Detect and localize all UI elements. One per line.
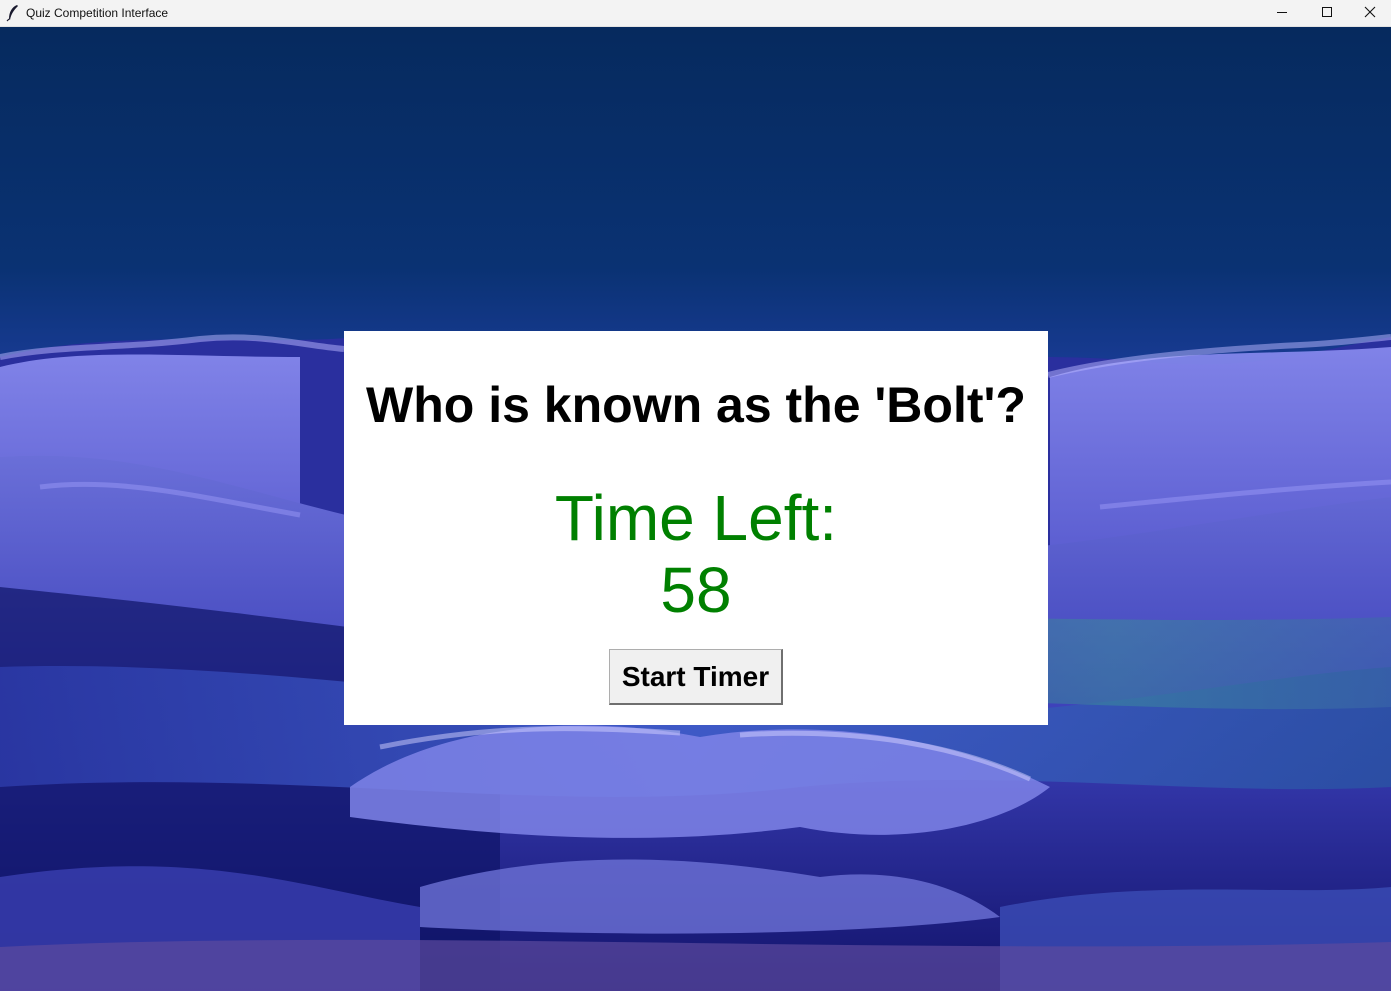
maximize-icon [1321, 5, 1333, 23]
maximize-button[interactable] [1304, 0, 1349, 27]
minimize-button[interactable] [1259, 0, 1304, 27]
quiz-panel: Who is known as the 'Bolt'? Time Left: 5… [344, 331, 1048, 725]
question-text: Who is known as the 'Bolt'? [366, 377, 1026, 433]
title-bar: Quiz Competition Interface [0, 0, 1391, 27]
app-window: Quiz Competition Interface Who is known … [0, 0, 1391, 991]
close-button[interactable] [1349, 0, 1391, 27]
feather-icon [6, 4, 20, 22]
minimize-icon [1276, 5, 1288, 23]
start-timer-button[interactable]: Start Timer [609, 649, 783, 705]
window-title: Quiz Competition Interface [26, 6, 169, 20]
timer-value: 58 [660, 554, 732, 626]
timer-label: Time Left: [554, 482, 838, 554]
close-icon [1364, 5, 1376, 23]
